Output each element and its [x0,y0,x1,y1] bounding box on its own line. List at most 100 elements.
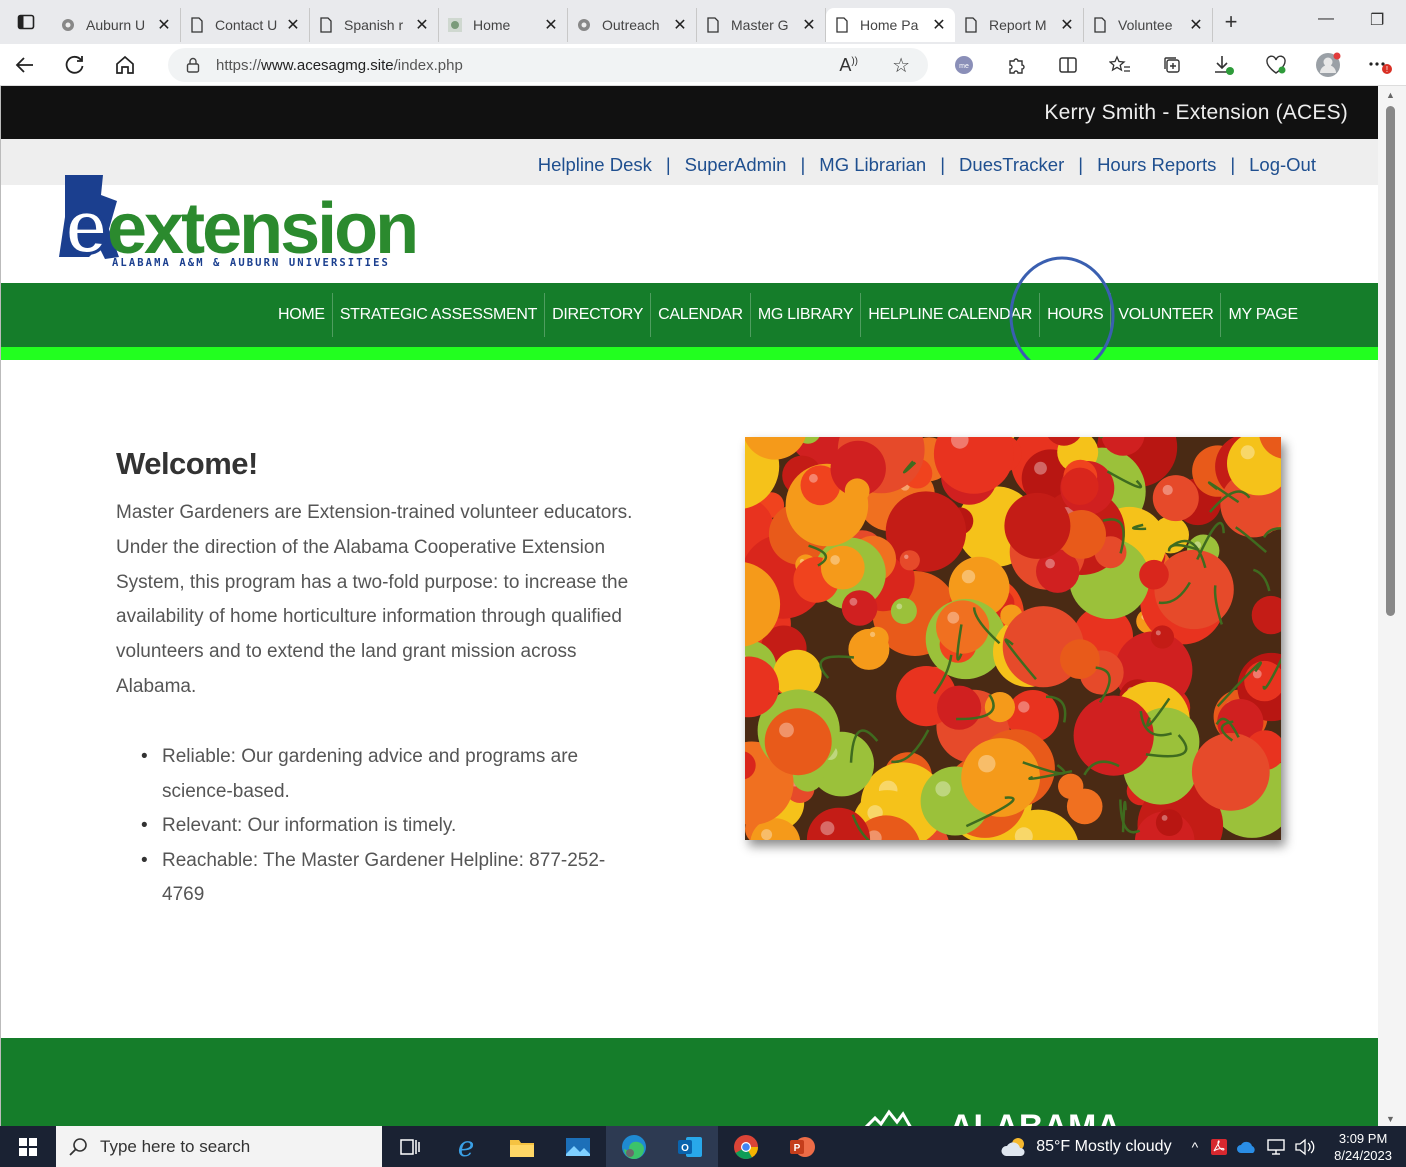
search-icon [69,1137,87,1156]
home-icon [116,55,134,74]
browser-tab[interactable]: Spanish r ✕ [310,8,439,42]
minimize-button[interactable]: — [1318,10,1334,28]
favorites-button[interactable] [1094,44,1146,86]
tab-title: Contact U [215,17,278,33]
chrome-app[interactable] [718,1126,774,1167]
nav-home[interactable]: HOME [271,293,333,337]
tab-close-icon[interactable]: ✕ [931,15,947,35]
hours-highlight-circle [1009,256,1115,376]
browser-tab[interactable]: Contact U ✕ [181,8,310,42]
link-log-out[interactable]: Log-Out [1249,154,1316,175]
new-tab-button[interactable]: + [1213,9,1249,35]
link-hours-reports[interactable]: Hours Reports [1097,154,1216,175]
powerpoint-icon: P [790,1136,815,1157]
nav-my-page[interactable]: MY PAGE [1221,293,1304,337]
onedrive-icon[interactable] [1236,1140,1258,1154]
browser-tab[interactable]: Home Pa ✕ [826,8,955,42]
split-screen-button[interactable] [1042,44,1094,86]
taskbar-clock[interactable]: 3:09 PM 8/24/2023 [1320,1130,1406,1164]
ie-app[interactable]: e [438,1126,494,1167]
read-aloud-icon[interactable]: A)) [839,55,858,76]
performance-button[interactable] [1250,44,1302,86]
home-button[interactable] [100,44,150,86]
restore-button[interactable]: ❐ [1370,10,1384,30]
tab-close-icon[interactable]: ✕ [801,15,817,35]
extensions-button[interactable] [990,44,1042,86]
browser-tab[interactable]: Auburn U ✕ [52,8,181,42]
downloads-button[interactable] [1198,44,1250,86]
tab-close-icon[interactable]: ✕ [1188,15,1204,35]
user-bar: Kerry Smith - Extension (ACES) [1,86,1378,139]
page-icon [965,17,977,33]
file-explorer-app[interactable] [494,1126,550,1167]
tab-close-icon[interactable]: ✕ [672,15,688,35]
favorite-star-icon[interactable]: ☆ [892,53,910,78]
footer-band: ALABAMA [1,1038,1378,1126]
tab-close-icon[interactable]: ✕ [1059,15,1075,35]
more-dots-icon: ! [1369,62,1392,74]
tab-close-icon[interactable]: ✕ [285,15,301,35]
svg-text:e: e [458,1133,475,1161]
svg-text:O: O [681,1143,689,1154]
tray-overflow-chevron-icon[interactable]: ^ [1192,1139,1199,1155]
task-view-button[interactable] [382,1126,438,1167]
browser-tab[interactable]: Voluntee ✕ [1084,8,1213,42]
page-scrollbar[interactable]: ▲ ▼ [1378,86,1406,1126]
header-logo-area: e extension ALABAMA A&M & AUBURN UNIVERS… [1,175,1378,283]
benefits-list: Reliable: Our gardening advice and progr… [141,740,621,913]
profile-button[interactable] [1302,44,1354,86]
link-duestracker[interactable]: DuesTracker [959,154,1064,175]
nav-calendar[interactable]: CALENDAR [651,293,751,337]
favorites-list-icon [1109,55,1130,72]
page-icon [320,17,332,33]
edge-app[interactable] [606,1126,662,1167]
extension-logo[interactable]: e extension ALABAMA A&M & AUBURN UNIVERS… [55,173,415,269]
nav-directory[interactable]: DIRECTORY [545,293,652,337]
chrome-icon [734,1134,758,1159]
powerpoint-app[interactable]: P [774,1126,830,1167]
photos-app[interactable] [550,1126,606,1167]
tab-title: Outreach [602,17,660,33]
profile-extension-button[interactable]: me [938,44,990,86]
back-button[interactable] [0,44,50,86]
weather-text[interactable]: 85°F Mostly cloudy [1036,1138,1171,1156]
volume-icon[interactable] [1294,1138,1316,1156]
browser-tab[interactable]: Master G ✕ [697,8,826,42]
browser-tab-strip: Auburn U ✕ Contact U ✕ Spanish r ✕ Home ✕ Outrea… [0,0,1406,44]
welcome-paragraph: Master Gardeners are Extension-trained v… [116,502,633,697]
nav-volunteer[interactable]: VOLUNTEER [1111,293,1222,337]
start-button[interactable] [0,1126,56,1167]
link-helpline-desk[interactable]: Helpline Desk [538,154,652,175]
clock-time: 3:09 PM [1338,1130,1388,1146]
cloudy-weather-icon [1001,1137,1025,1156]
nav-strategic-assessment[interactable]: STRATEGIC ASSESSMENT [333,293,546,337]
acrobat-icon[interactable] [1210,1138,1228,1156]
avatar-icon [1316,52,1341,77]
collections-button[interactable] [1146,44,1198,86]
outlook-app[interactable]: O [662,1126,718,1167]
browser-tab[interactable]: Home ✕ [439,8,568,42]
page-icon [1094,17,1106,33]
browser-tab[interactable]: Report M ✕ [955,8,1084,42]
site-favicon-icon [448,18,462,32]
scrollbar-thumb[interactable] [1386,106,1395,616]
tab-close-icon[interactable]: ✕ [414,15,430,35]
nav-mg-library[interactable]: MG LIBRARY [751,293,862,337]
search-placeholder: Type here to search [100,1136,251,1156]
link-mg-librarian[interactable]: MG Librarian [819,154,926,175]
outlook-icon: O [678,1136,702,1157]
browser-tab[interactable]: Outreach ✕ [568,8,697,42]
edge-icon [622,1134,646,1159]
network-icon[interactable] [1266,1138,1286,1156]
tab-title: Home Pa [860,17,919,33]
tab-actions-button[interactable] [0,0,52,44]
address-bar[interactable]: https://www.acesagmg.site/index.php A)) … [168,48,928,82]
page-icon [707,17,719,33]
link-superadmin[interactable]: SuperAdmin [685,154,787,175]
settings-more-button[interactable]: ! [1354,44,1406,86]
download-icon [1215,56,1234,75]
taskbar-search[interactable]: Type here to search [56,1126,382,1167]
tab-close-icon[interactable]: ✕ [156,15,172,35]
tab-close-icon[interactable]: ✕ [543,15,559,35]
refresh-button[interactable] [50,44,100,86]
